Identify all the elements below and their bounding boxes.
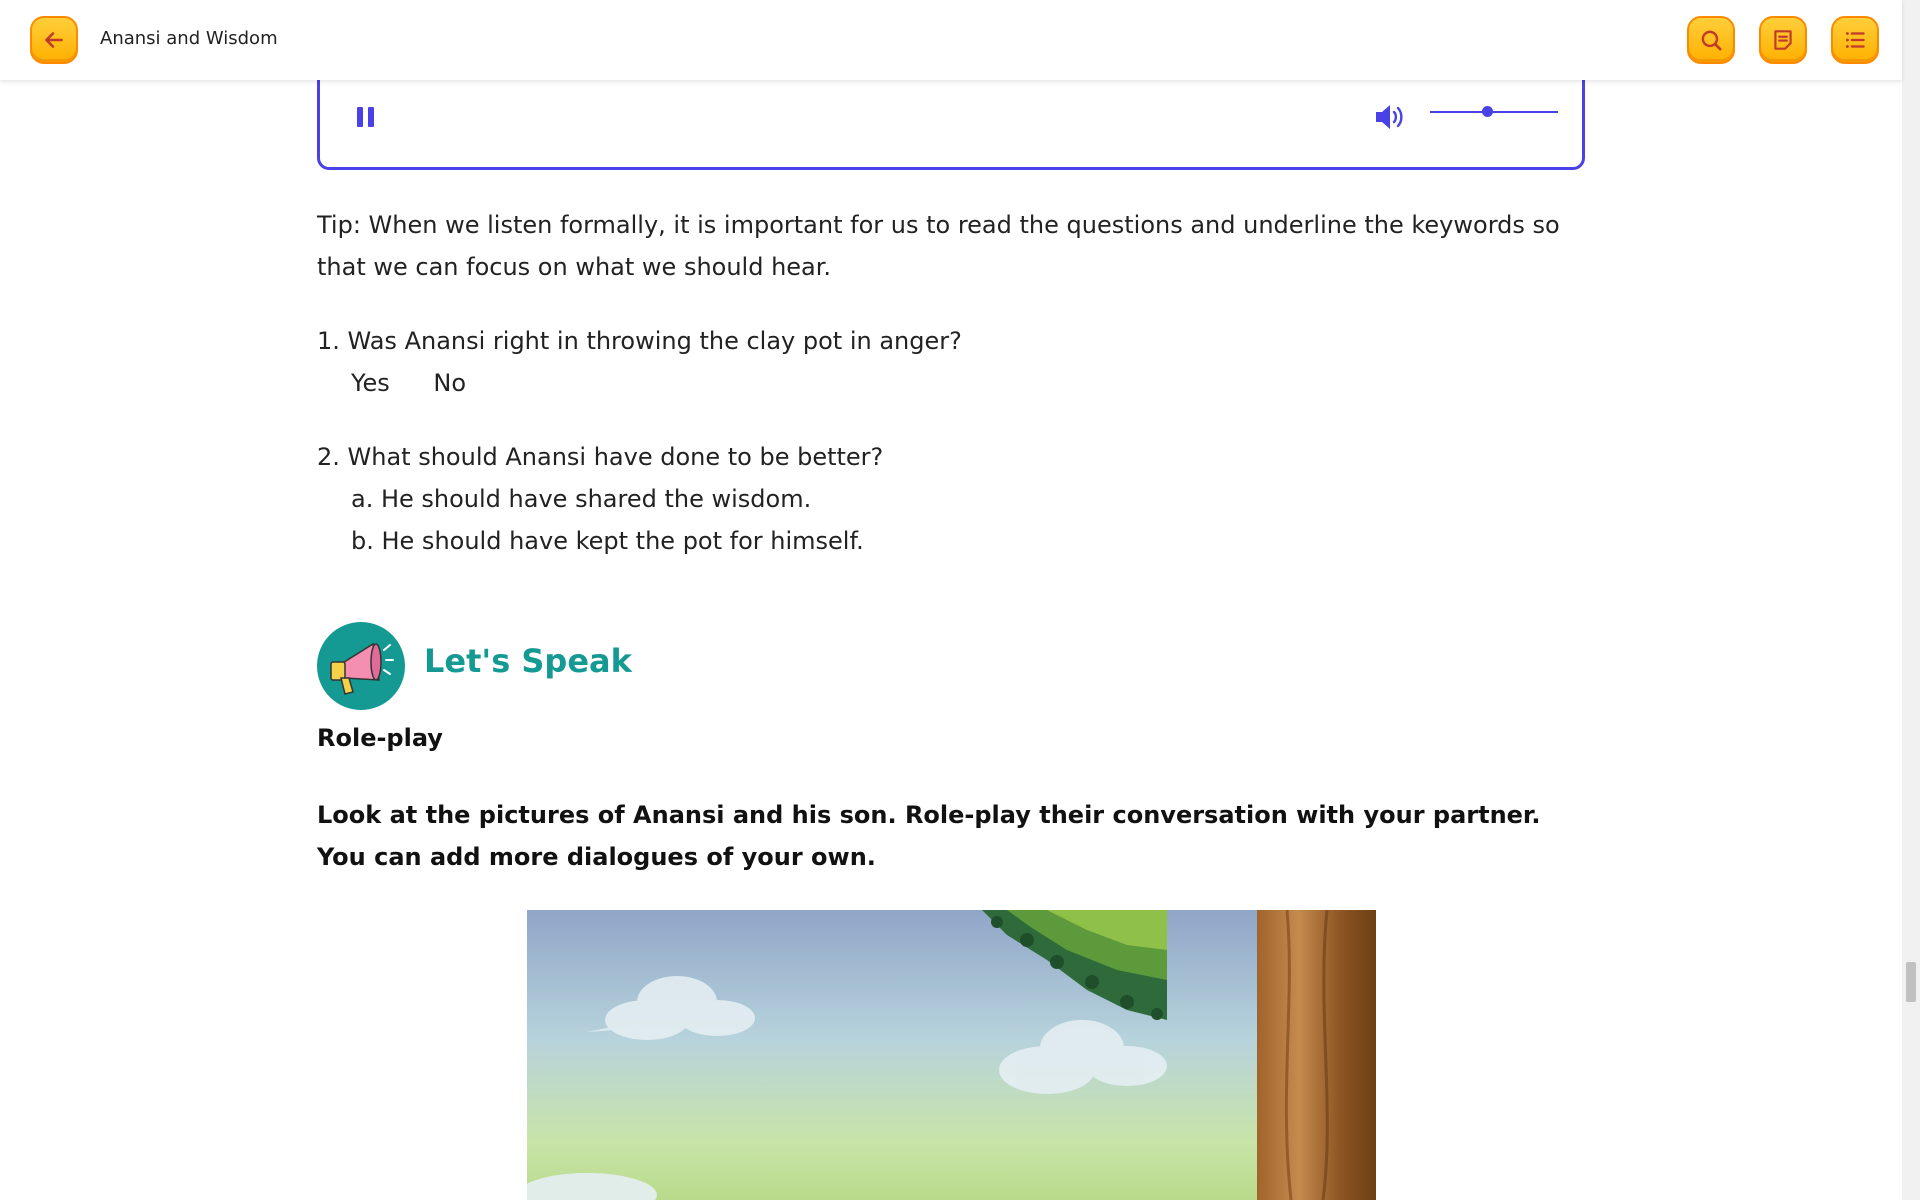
notes-icon (1774, 30, 1792, 50)
search-button[interactable] (1687, 16, 1735, 64)
option-yes[interactable]: Yes (351, 369, 390, 397)
question-1: 1. Was Anansi right in throwing the clay… (317, 327, 962, 355)
activity-subheading: Role-play (317, 724, 443, 752)
question-2-option-b[interactable]: b. He should have kept the pot for himse… (351, 520, 864, 562)
scrollbar-thumb[interactable] (1906, 962, 1916, 1002)
search-icon (1701, 30, 1722, 51)
megaphone-icon (317, 622, 405, 710)
question-1-options: Yes No (351, 362, 502, 404)
listening-tip: Tip: When we listen formally, it is impo… (317, 211, 1560, 281)
question-2-option-a[interactable]: a. He should have shared the wisdom. (351, 478, 811, 520)
volume-slider-knob[interactable] (1482, 106, 1493, 117)
list-icon (1846, 32, 1865, 48)
back-button[interactable] (30, 16, 78, 64)
option-no[interactable]: No (433, 369, 466, 397)
story-illustration (527, 910, 1376, 1200)
contents-button[interactable] (1831, 16, 1879, 64)
pause-icon[interactable] (354, 104, 378, 130)
volume-icon[interactable] (1373, 102, 1405, 132)
notes-button[interactable] (1759, 16, 1807, 64)
question-2: 2. What should Anansi have done to be be… (317, 443, 884, 471)
top-bar: Anansi and Wisdom (0, 0, 1902, 80)
page-title: Anansi and Wisdom (100, 28, 278, 49)
vertical-scrollbar[interactable] (1902, 0, 1920, 1200)
volume-slider[interactable] (1430, 111, 1558, 113)
back-arrow-icon (45, 32, 63, 48)
section-title: Let's Speak (424, 642, 632, 680)
activity-instruction: Look at the pictures of Anansi and his s… (317, 801, 1541, 871)
